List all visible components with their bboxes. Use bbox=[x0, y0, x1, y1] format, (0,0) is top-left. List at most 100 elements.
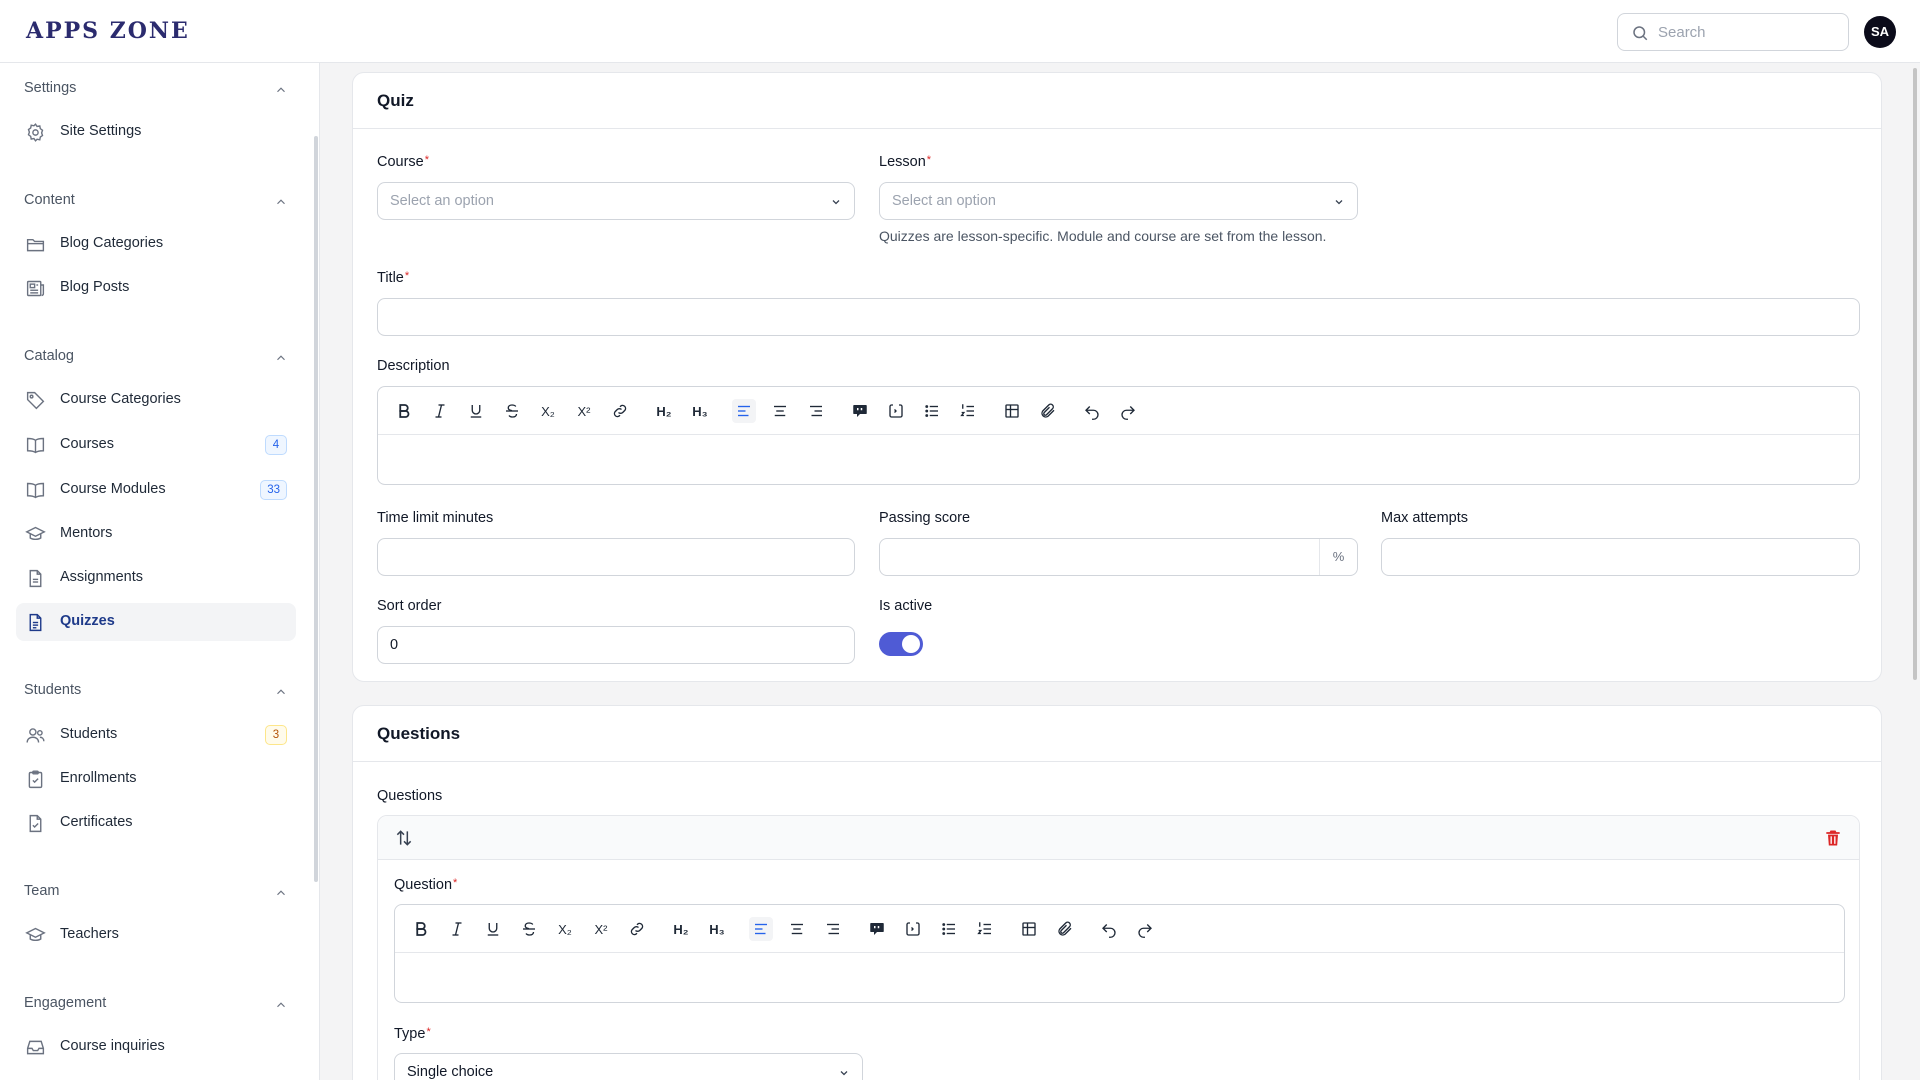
subscript-button[interactable]: X₂ bbox=[553, 917, 577, 941]
subscript-button[interactable]: X₂ bbox=[536, 399, 560, 423]
course-select[interactable]: Select an option bbox=[377, 182, 855, 220]
main-content: Quiz Course* Select an option Lesson* Se… bbox=[321, 63, 1920, 1080]
count-badge: 4 bbox=[265, 435, 287, 455]
user-avatar[interactable]: SA bbox=[1864, 16, 1896, 48]
lesson-label-text: Lesson bbox=[879, 154, 926, 170]
redo-icon bbox=[1138, 924, 1152, 938]
bold-button[interactable] bbox=[392, 399, 416, 423]
sidebar-group-settings[interactable]: Settings bbox=[24, 79, 288, 103]
chevron-up-icon[interactable] bbox=[274, 351, 288, 365]
sidebar-group-content[interactable]: Content bbox=[24, 191, 288, 215]
code-block-button[interactable] bbox=[884, 399, 908, 423]
is-active-label: Is active bbox=[879, 598, 933, 614]
bullet-list-button[interactable] bbox=[920, 399, 944, 423]
sidebar-item-course-categories[interactable]: Course Categories bbox=[16, 381, 296, 419]
passing-score-input[interactable]: % bbox=[879, 538, 1358, 576]
sidebar-item-students[interactable]: Students 3 bbox=[16, 716, 296, 754]
h3-button[interactable]: H₃ bbox=[688, 399, 712, 423]
card-title: Quiz bbox=[377, 91, 414, 110]
sidebar-group-students[interactable]: Students bbox=[24, 681, 288, 705]
brand-logo[interactable]: APPS ZONE bbox=[26, 18, 190, 44]
code-block-button[interactable] bbox=[901, 917, 925, 941]
sidebar-item-enrollments[interactable]: Enrollments bbox=[16, 760, 296, 798]
table-button[interactable] bbox=[1017, 917, 1041, 941]
trash-icon[interactable] bbox=[1823, 828, 1843, 848]
italic-button[interactable] bbox=[428, 399, 452, 423]
chevron-up-icon[interactable] bbox=[274, 998, 288, 1012]
superscript-button[interactable]: X² bbox=[572, 399, 596, 423]
align-right-button[interactable] bbox=[821, 917, 845, 941]
superscript-button[interactable]: X² bbox=[589, 917, 613, 941]
bold-button[interactable] bbox=[409, 917, 433, 941]
code-block-icon bbox=[906, 922, 920, 936]
undo-button[interactable] bbox=[1080, 399, 1104, 423]
card-title: Questions bbox=[377, 724, 461, 743]
max-attempts-input[interactable] bbox=[1381, 538, 1860, 576]
sidebar-item-courses[interactable]: Courses 4 bbox=[16, 426, 296, 464]
time-limit-input[interactable] bbox=[377, 538, 855, 576]
blockquote-button[interactable] bbox=[848, 399, 872, 423]
strike-button[interactable] bbox=[517, 917, 541, 941]
required-marker: * bbox=[926, 154, 932, 166]
question-editor[interactable]: X₂ X² H₂ H₃ bbox=[394, 904, 1845, 1003]
underline-button[interactable] bbox=[481, 917, 505, 941]
chevron-up-icon[interactable] bbox=[274, 83, 288, 97]
attach-button[interactable] bbox=[1036, 399, 1060, 423]
align-left-button[interactable] bbox=[749, 917, 773, 941]
page-scrollbar[interactable] bbox=[1913, 68, 1917, 680]
sidebar-item-course-inquiries[interactable]: Course inquiries bbox=[16, 1028, 296, 1066]
sidebar-group-team[interactable]: Team bbox=[24, 882, 288, 906]
sidebar-group-engagement[interactable]: Engagement bbox=[24, 994, 288, 1018]
sidebar-item-mentors[interactable]: Mentors bbox=[16, 515, 296, 553]
chevron-up-icon[interactable] bbox=[274, 886, 288, 900]
align-left-icon bbox=[755, 923, 767, 935]
table-button[interactable] bbox=[1000, 399, 1024, 423]
underline-button[interactable] bbox=[464, 399, 488, 423]
sidebar-item-site-settings[interactable]: Site Settings bbox=[16, 113, 296, 151]
sidebar-group-catalog[interactable]: Catalog bbox=[24, 347, 288, 371]
align-left-button[interactable] bbox=[732, 399, 756, 423]
course-placeholder: Select an option bbox=[390, 193, 494, 209]
align-right-button[interactable] bbox=[804, 399, 828, 423]
reorder-icon[interactable] bbox=[394, 828, 414, 848]
sidebar-item-quizzes[interactable]: Quizzes bbox=[16, 603, 296, 641]
search-input[interactable]: Search bbox=[1617, 13, 1849, 51]
ordered-list-button[interactable] bbox=[973, 917, 997, 941]
document-text-icon bbox=[29, 613, 42, 632]
sidebar-item-certificates[interactable]: Certificates bbox=[16, 804, 296, 842]
italic-button[interactable] bbox=[445, 917, 469, 941]
ordered-list-button[interactable] bbox=[956, 399, 980, 423]
chevron-up-icon[interactable] bbox=[274, 685, 288, 699]
align-center-button[interactable] bbox=[785, 917, 809, 941]
chevron-up-icon[interactable] bbox=[274, 195, 288, 209]
redo-button[interactable] bbox=[1116, 399, 1140, 423]
lesson-select[interactable]: Select an option bbox=[879, 182, 1358, 220]
sidebar-item-course-modules[interactable]: Course Modules 33 bbox=[16, 471, 296, 509]
blockquote-button[interactable] bbox=[865, 917, 889, 941]
type-select[interactable]: Single choice bbox=[394, 1053, 863, 1080]
align-right-icon bbox=[827, 923, 839, 935]
undo-button[interactable] bbox=[1097, 917, 1121, 941]
bullet-list-button[interactable] bbox=[937, 917, 961, 941]
h3-button[interactable]: H₃ bbox=[705, 917, 729, 941]
sort-order-input[interactable]: 0 bbox=[377, 626, 855, 664]
strike-button[interactable] bbox=[500, 399, 524, 423]
redo-button[interactable] bbox=[1133, 917, 1157, 941]
link-button[interactable] bbox=[608, 399, 632, 423]
h2-button[interactable]: H₂ bbox=[669, 917, 693, 941]
align-right-icon bbox=[810, 405, 822, 417]
sidebar-item-blog-posts[interactable]: Blog Posts bbox=[16, 269, 296, 307]
link-button[interactable] bbox=[625, 917, 649, 941]
sidebar-item-teachers[interactable]: Teachers bbox=[16, 916, 296, 954]
sidebar-scrollbar[interactable] bbox=[314, 136, 318, 882]
description-editor[interactable]: X₂ X² H₂ H₃ bbox=[377, 386, 1860, 485]
title-input[interactable] bbox=[377, 298, 1860, 336]
attach-button[interactable] bbox=[1053, 917, 1077, 941]
align-center-button[interactable] bbox=[768, 399, 792, 423]
undo-icon bbox=[1102, 924, 1116, 938]
is-active-toggle[interactable] bbox=[879, 632, 923, 656]
h2-button[interactable]: H₂ bbox=[652, 399, 676, 423]
sidebar-item-assignments[interactable]: Assignments bbox=[16, 559, 296, 597]
h3-icon: H₃ bbox=[692, 403, 708, 419]
sidebar-item-blog-categories[interactable]: Blog Categories bbox=[16, 225, 296, 263]
